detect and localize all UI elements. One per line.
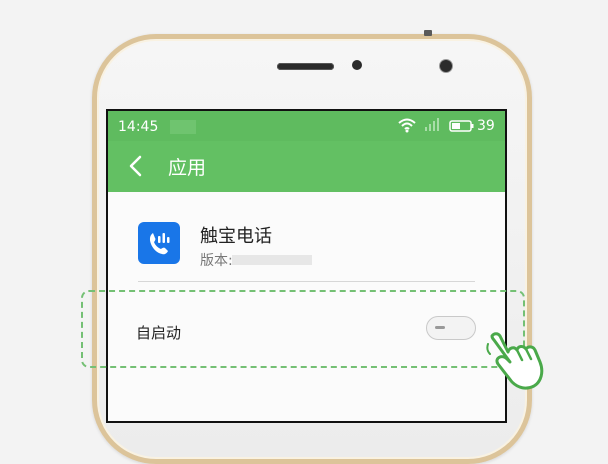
chevron-left-icon[interactable] (128, 155, 142, 177)
battery-level: 39 (477, 118, 495, 134)
app-version-value-blur (232, 255, 312, 265)
status-blur (170, 120, 196, 134)
wifi-icon (398, 118, 416, 133)
battery-icon (449, 120, 474, 132)
earpiece-speaker (277, 63, 334, 70)
phone-app-icon (138, 222, 180, 264)
proximity-sensor (352, 60, 362, 70)
status-bar: 14:45 39 (108, 111, 505, 141)
status-time: 14:45 (118, 119, 159, 135)
front-camera-icon (440, 60, 452, 72)
app-info-row: 触宝电话 版本: (108, 192, 505, 282)
app-version-label: 版本: (200, 253, 233, 269)
signal-icon (425, 118, 439, 131)
app-name: 触宝电话 (200, 226, 272, 247)
app-bar: 应用 (108, 141, 505, 192)
page-title: 应用 (168, 157, 207, 179)
power-button (424, 30, 432, 36)
pointing-hand-icon (486, 332, 544, 390)
phone-screen: 14:45 39 应用 触宝电话 版本: 自启动 (106, 109, 507, 423)
highlight-box (81, 290, 525, 368)
